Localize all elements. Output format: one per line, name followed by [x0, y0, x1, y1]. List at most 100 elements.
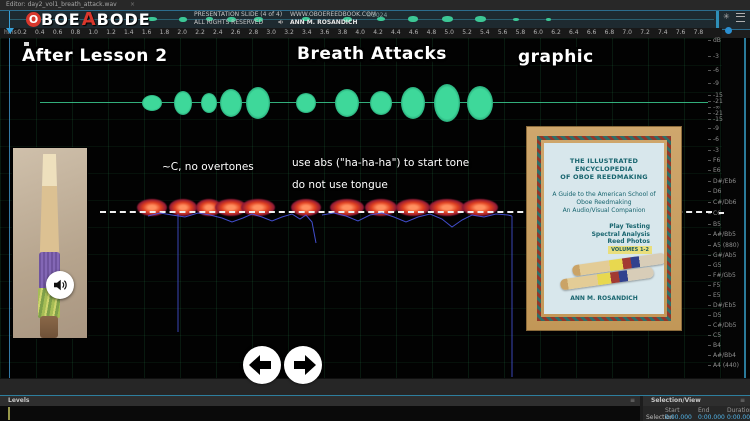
ruler-tick: 6.2 [551, 29, 561, 36]
ruler-tick: 6.6 [586, 29, 597, 36]
overview-end-handle[interactable] [716, 11, 719, 29]
pitch-scale-label: A#/Bb4 [708, 352, 736, 359]
spectral-burst [429, 199, 465, 216]
ruler-tick: 1.6 [141, 29, 152, 36]
logo-o-badge: O [26, 11, 41, 27]
selview-value: 0:00.000 [698, 414, 725, 421]
selview-column-header: Start [665, 407, 680, 414]
pitch-scale-label: F6 [707, 157, 721, 164]
ruler-tick: 7.6 [675, 29, 686, 36]
book-volumes-badge: VOLUMES 1-2 [608, 246, 652, 254]
book-feature-list: Play Testing Spectral Analysis Reed Photos [544, 223, 664, 246]
note-attack: use abs ("ha-ha-ha") to start tone [292, 157, 470, 169]
spectral-burst [241, 199, 275, 216]
book-feature: Reed Photos [607, 238, 651, 245]
next-slide-button[interactable] [284, 346, 322, 384]
ruler-tick: 2.2 [195, 29, 205, 36]
c6-scale-marker [719, 212, 724, 214]
overview-playhead[interactable] [9, 11, 10, 29]
ruler-tick: 6.8 [604, 29, 615, 36]
ruler-tick: 7.4 [658, 29, 668, 36]
ruler-tick: 0.2 [17, 29, 27, 36]
ruler-tick: 4.6 [408, 29, 419, 36]
waveform-burst [201, 93, 217, 113]
book-author: ANN M. ROSANDICH [570, 295, 638, 302]
panel-menu-icon[interactable] [735, 13, 745, 22]
spectral-burst [396, 199, 430, 216]
ruler-tick: 7.0 [622, 29, 632, 36]
playhead-marker-icon[interactable] [6, 28, 14, 34]
audio-play-button[interactable] [46, 271, 74, 299]
selview-column-header: Duration [727, 407, 750, 414]
arrow-left-icon [249, 355, 271, 375]
logo-text-bode: BODE [96, 9, 151, 29]
ruler-tick: 7.8 [693, 29, 704, 36]
ruler-tick: 1.8 [159, 29, 170, 36]
pitch-scale-label: C#/Db6 [707, 199, 737, 206]
speaker-small-icon [277, 11, 285, 30]
levels-menu-icon[interactable]: ≡ [630, 396, 635, 406]
book-frame-border: THE ILLUSTRATED ENCYCLOPEDIA OF OBOE REE… [537, 136, 671, 321]
ruler-tick: 5.0 [444, 29, 454, 36]
levels-panel: Levels ≡ [0, 396, 640, 421]
editor-playhead[interactable] [9, 38, 10, 378]
book-subtitle-line1: A Guide to the American School of [552, 191, 656, 198]
speaker-icon [54, 279, 67, 291]
editor-tab-title[interactable]: Editor: day2_vol1_breath_attack.wav [6, 1, 117, 8]
waveform-burst [434, 84, 460, 122]
scrollbar-edge[interactable] [744, 38, 746, 378]
oboe-abode-logo: O BOE A BODE [26, 8, 151, 30]
waveform-burst [246, 87, 270, 119]
scale-toggle-icon[interactable] [725, 27, 732, 34]
db-scale-label: -6 [708, 67, 719, 74]
overview-burst [474, 16, 486, 22]
levels-meter [0, 406, 640, 421]
transport-bar: 0:00.000 ■▶▌▌▌◀◀◀▶▶▶▌●↻⇄ [0, 378, 750, 396]
ruler-tick: 4.4 [391, 29, 401, 36]
pitch-scale-label: G#/Ab5 [707, 252, 737, 259]
close-icon[interactable]: × [130, 1, 135, 8]
pitch-scale-label: A#/Bb5 [708, 231, 736, 238]
pitch-scale-label: C#/Db5 [707, 322, 737, 329]
reed-blade [39, 154, 60, 254]
ruler-tick: 0.4 [35, 29, 45, 36]
waveform-burst [401, 87, 425, 119]
pitch-scale-label: B5 [708, 221, 721, 228]
ruler-tick: 6.4 [569, 29, 579, 36]
hand-tool-icon[interactable]: ✳ [723, 13, 730, 22]
book-subtitle-line3: An Audio/Visual Companion [562, 207, 646, 214]
pitch-scale-label: F5 [707, 282, 721, 289]
previous-slide-button[interactable] [243, 346, 281, 384]
selview-value: 0:00.00 [727, 414, 750, 421]
pitch-scale-label: D#/Eb5 [707, 302, 737, 309]
spectral-burst [291, 199, 321, 216]
book-title-line1: THE ILLUSTRATED ENCYCLOPEDIA [569, 157, 639, 173]
spectral-burst [462, 199, 498, 216]
ruler-tick: 7.2 [640, 29, 650, 36]
overview-burst [441, 16, 453, 22]
ruler-tick: 2.6 [230, 29, 241, 36]
pitch-scale-label: D5 [707, 312, 722, 319]
ruler-tick: 6.0 [533, 29, 543, 36]
rights-text: ALL RIGHTS RESERVED [194, 19, 264, 26]
pitch-scale-label: B4 [708, 342, 721, 349]
book-subtitle-line2: Oboe Reedmaking [576, 199, 632, 206]
oboe-reed-photo [13, 148, 87, 338]
overview-burst [179, 16, 187, 22]
ruler-tick: 2.8 [248, 29, 259, 36]
waveform-burst [335, 89, 359, 117]
ruler-tick: 3.6 [319, 29, 330, 36]
db-scale-label: -9 [708, 80, 719, 87]
ruler-tick: 2.0 [177, 29, 187, 36]
note-tongue: do not use tongue [292, 179, 388, 191]
pitch-scale-label: D6 [707, 188, 722, 195]
ruler-tick: 3.8 [337, 29, 348, 36]
db-scale-label: -15 [708, 116, 723, 123]
db-scale-label: -9 [708, 125, 719, 132]
pitch-scale-label: A5 (880) [708, 242, 739, 249]
logo-text-a: A [81, 8, 96, 30]
selection-view-panel: Selection/View ≡ StartEndDurationSelecti… [643, 396, 750, 421]
audio-editor-window: Editor: day2_vol1_breath_attack.wav × O … [0, 0, 750, 421]
selection-view-menu-icon[interactable]: ≡ [740, 396, 745, 406]
ruler-tick: 4.8 [426, 29, 437, 36]
